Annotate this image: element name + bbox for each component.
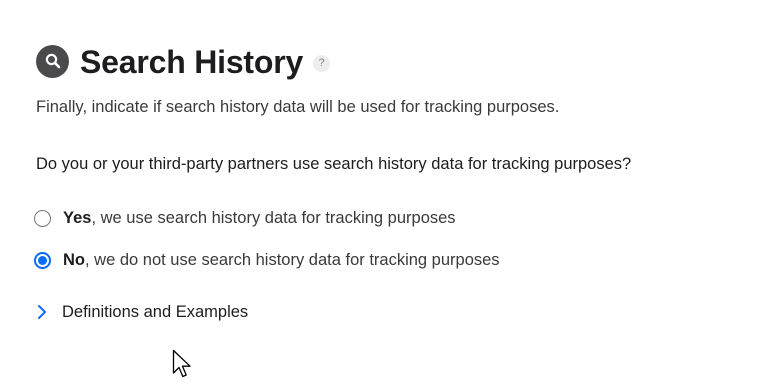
radio-option-yes[interactable]: Yes, we use search history data for trac… — [34, 209, 456, 228]
definitions-disclosure[interactable]: Definitions and Examples — [36, 302, 248, 322]
help-icon[interactable]: ? — [313, 54, 331, 72]
disclosure-label: Definitions and Examples — [62, 302, 249, 321]
chevron-right-icon — [36, 302, 54, 322]
option-no-rest: , we do not use search history data for … — [85, 251, 500, 269]
mouse-cursor-icon — [172, 349, 194, 379]
option-yes-rest: , we use search history data for trackin… — [91, 209, 456, 227]
option-yes-label: Yes, we use search history data for trac… — [63, 209, 456, 228]
option-no-strong: No — [63, 251, 85, 269]
radio-yes[interactable] — [34, 210, 51, 227]
radio-option-no[interactable]: No, we do not use search history data fo… — [34, 251, 500, 270]
page-title: Search History — [80, 44, 304, 80]
tracking-question: Do you or your third-party partners use … — [36, 155, 632, 173]
option-no-label: No, we do not use search history data fo… — [63, 251, 500, 270]
section-header: Search History ? — [36, 42, 331, 82]
intro-text: Finally, indicate if search history data… — [36, 98, 560, 116]
radio-no[interactable] — [34, 252, 51, 269]
option-yes-strong: Yes — [63, 209, 92, 227]
magnifying-glass-icon — [36, 44, 69, 78]
